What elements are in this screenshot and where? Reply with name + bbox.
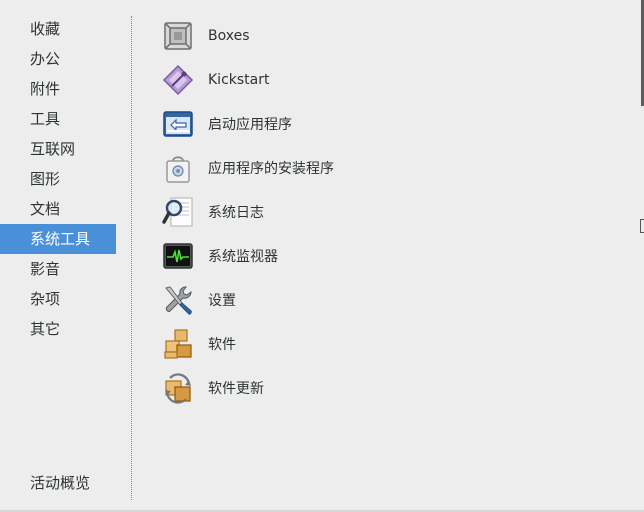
category-documents[interactable]: 文档: [0, 194, 116, 224]
category-office[interactable]: 办公: [0, 44, 116, 74]
app-system-log[interactable]: 系统日志: [162, 190, 334, 234]
category-accessories[interactable]: 附件: [0, 74, 116, 104]
category-other[interactable]: 其它: [0, 314, 116, 344]
system-monitor-icon: [163, 243, 193, 269]
app-software-update[interactable]: 软件更新: [162, 366, 334, 410]
category-sundry[interactable]: 杂项: [0, 284, 116, 314]
app-label: 软件: [208, 337, 236, 353]
app-software[interactable]: 软件: [162, 322, 334, 366]
applications-browser: 收藏 办公 附件 工具 互联网 图形 文档 系统工具 影音 杂项 其它 活动概览…: [0, 0, 644, 512]
settings-icon: [165, 286, 192, 315]
kickstart-icon: [162, 64, 194, 96]
app-label: 软件更新: [208, 381, 264, 397]
sidebar-divider: [131, 16, 132, 500]
app-label: Boxes: [208, 28, 250, 44]
software-update-icon: [165, 373, 191, 404]
application-list: Boxes Kickstart 启动应用程序 应用程序的安装程序 系统日志 系统…: [162, 14, 334, 410]
category-graphics[interactable]: 图形: [0, 164, 116, 194]
category-utilities[interactable]: 工具: [0, 104, 116, 134]
app-label: 系统监视器: [208, 249, 278, 265]
app-label: Kickstart: [208, 72, 270, 88]
startup-applications-icon: [163, 111, 193, 137]
boxes-icon: [164, 22, 192, 50]
app-label: 设置: [208, 293, 236, 309]
software-icon: [164, 329, 192, 359]
app-installer-icon: [166, 156, 190, 183]
edge-marker: [640, 219, 644, 233]
category-system-tools[interactable]: 系统工具: [0, 224, 116, 254]
app-label: 系统日志: [208, 205, 264, 221]
category-favorites[interactable]: 收藏: [0, 14, 116, 44]
app-label: 应用程序的安装程序: [208, 161, 334, 177]
activities-overview-link[interactable]: 活动概览: [30, 470, 90, 496]
app-application-installer[interactable]: 应用程序的安装程序: [162, 146, 334, 190]
category-internet[interactable]: 互联网: [0, 134, 116, 164]
app-boxes[interactable]: Boxes: [162, 14, 334, 58]
app-system-monitor[interactable]: 系统监视器: [162, 234, 334, 278]
app-startup-applications[interactable]: 启动应用程序: [162, 102, 334, 146]
app-label: 启动应用程序: [208, 117, 292, 133]
system-log-icon: [162, 197, 193, 227]
app-kickstart[interactable]: Kickstart: [162, 58, 334, 102]
category-sidebar: 收藏 办公 附件 工具 互联网 图形 文档 系统工具 影音 杂项 其它: [0, 14, 116, 344]
app-settings[interactable]: 设置: [162, 278, 334, 322]
category-multimedia[interactable]: 影音: [0, 254, 116, 284]
